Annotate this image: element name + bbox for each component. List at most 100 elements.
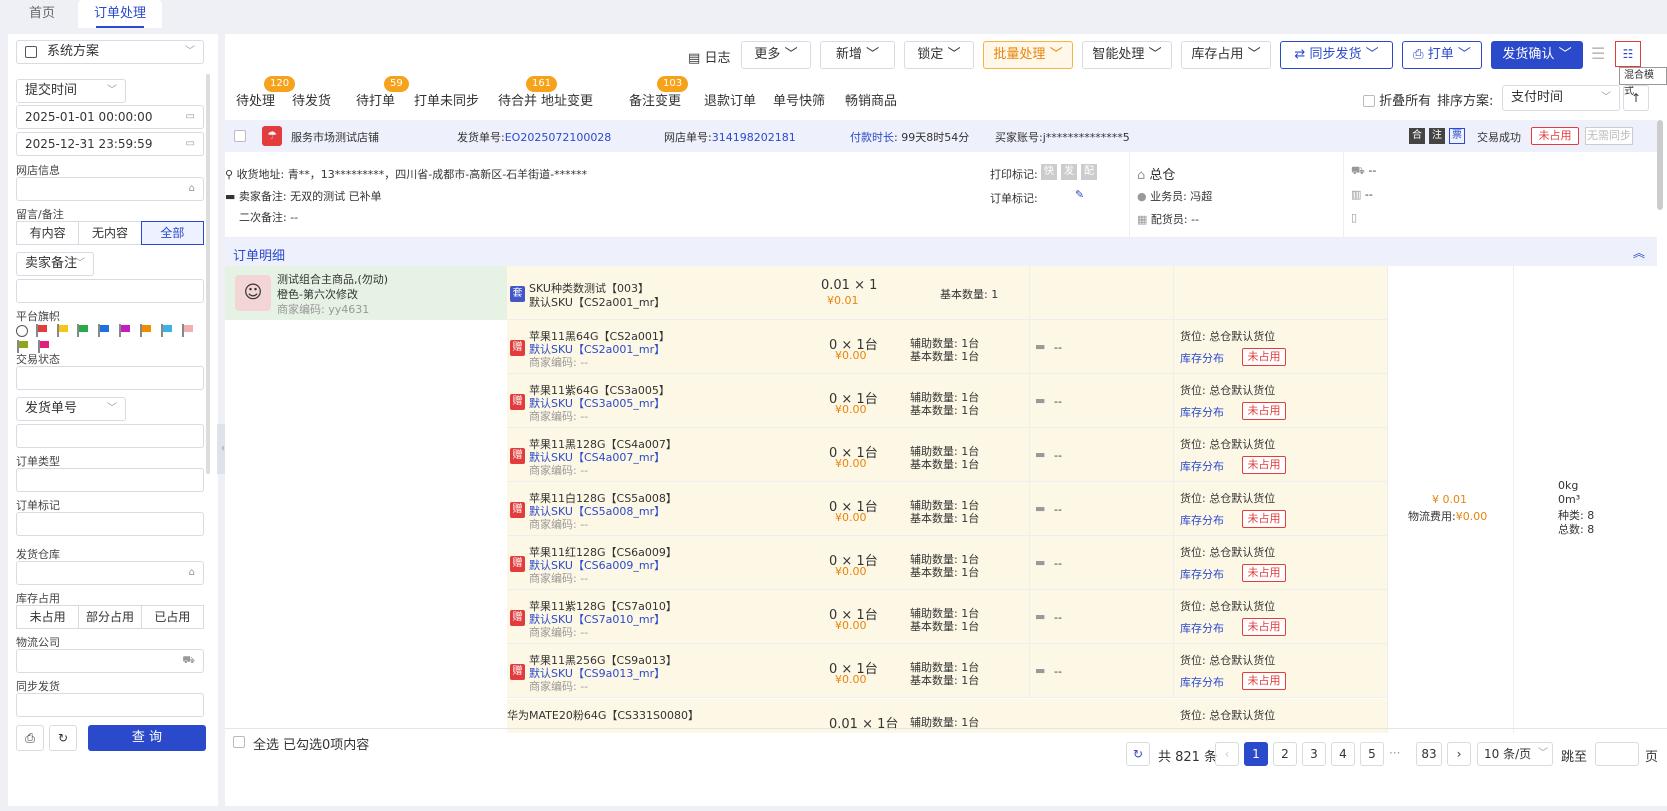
log-button[interactable]: ▤ 日志 xyxy=(688,47,730,66)
next-page-icon[interactable]: › xyxy=(1447,742,1471,766)
stock-distribution-link[interactable]: 库存分布 xyxy=(1180,674,1224,690)
left-scrollbar[interactable] xyxy=(206,74,210,474)
sort-direction-icon[interactable]: ↑ xyxy=(1623,85,1649,111)
end-date-input[interactable]: 2025-12-31 23:59:59 ▭ xyxy=(16,132,204,156)
page-size-select[interactable]: 10 条/页 ﹀ xyxy=(1477,742,1553,766)
flag-pink-icon[interactable] xyxy=(181,324,195,337)
fold-checkbox[interactable] xyxy=(1363,95,1375,107)
online-no-link[interactable]: 314198202181 xyxy=(712,131,796,144)
stock-distribution-link[interactable]: 库存分布 xyxy=(1180,350,1224,366)
confirm-ship-button[interactable]: 发货确认 ﹀ xyxy=(1491,41,1583,69)
more-label: 更多 xyxy=(754,47,781,62)
flag-cyan-icon[interactable] xyxy=(160,324,174,337)
print-label: 打单 xyxy=(1427,47,1454,62)
item-note: -- xyxy=(1054,341,1062,354)
fold-all-toggle[interactable]: 折叠所有 xyxy=(1363,90,1431,109)
main-scrollbar[interactable] xyxy=(1657,120,1663,210)
status-tab[interactable]: 待合并 161 xyxy=(498,76,558,109)
page-number[interactable]: 2 xyxy=(1273,742,1297,766)
stock-distribution-link[interactable]: 库存分布 xyxy=(1180,458,1224,474)
status-tab[interactable]: 待发货 xyxy=(292,90,331,109)
sync-button[interactable]: ⇄ 同步发货 ﹀ xyxy=(1280,41,1393,69)
status-tab[interactable]: 待打单 59 xyxy=(356,76,409,109)
smart-button[interactable]: 智能处理 ﹀ xyxy=(1082,41,1172,69)
sort-select[interactable]: 支付时间 ﹀ xyxy=(1502,85,1620,111)
mixed-mode-icon[interactable]: ☷ xyxy=(1615,41,1641,67)
print-button[interactable]: ⎙ 打单 ﹀ xyxy=(1402,41,1482,69)
select-all-checkbox[interactable] xyxy=(233,736,245,748)
list-mode-icon[interactable]: ☰ xyxy=(1591,44,1605,63)
order-mark-input[interactable] xyxy=(16,512,204,536)
stock-button[interactable]: 库存占用 ﹀ xyxy=(1181,41,1271,69)
page-number[interactable]: 5 xyxy=(1360,742,1384,766)
seller-note-select[interactable]: 卖家备注 ﹀ xyxy=(16,252,94,276)
order-checkbox[interactable] xyxy=(234,130,246,142)
page-number[interactable]: 1 xyxy=(1244,742,1268,766)
query-button[interactable]: 查 询 xyxy=(88,725,206,751)
stock-occupied[interactable]: 已占用 xyxy=(140,605,204,629)
ship-no-select[interactable]: 发货单号 ﹀ xyxy=(16,397,126,421)
stock-distribution-link[interactable]: 库存分布 xyxy=(1180,404,1224,420)
stock-unoccupied[interactable]: 未占用 xyxy=(16,605,80,629)
status-tab[interactable]: 待处理 120 xyxy=(236,76,296,109)
tab-home[interactable]: 首页 xyxy=(10,0,74,28)
page-ellipsis: ··· xyxy=(1389,746,1401,760)
sync-input[interactable] xyxy=(16,693,204,717)
edit-mark-icon[interactable]: ✎ xyxy=(1075,188,1084,201)
flag-yellow-icon[interactable] xyxy=(56,324,70,337)
stock-partial[interactable]: 部分占用 xyxy=(78,605,142,629)
flag-orange-icon[interactable] xyxy=(139,324,153,337)
trade-status-input[interactable] xyxy=(16,366,204,390)
stock-distribution-link[interactable]: 库存分布 xyxy=(1180,620,1224,636)
time-field-select[interactable]: 提交时间 ﹀ xyxy=(16,79,126,103)
stock-distribution-link[interactable]: 库存分布 xyxy=(1180,512,1224,528)
no-flag-icon[interactable] xyxy=(16,325,28,337)
status-tab[interactable]: 地址变更 xyxy=(541,90,593,109)
reset-icon[interactable]: ↻ xyxy=(49,725,77,751)
msg-no-content[interactable]: 无内容 xyxy=(78,221,142,245)
msg-has-content[interactable]: 有内容 xyxy=(16,221,80,245)
page-number[interactable]: 3 xyxy=(1302,742,1326,766)
more-button[interactable]: 更多 ﹀ xyxy=(741,41,811,69)
flag-red-icon[interactable] xyxy=(35,324,49,337)
select-all-label[interactable]: 全选 xyxy=(253,734,279,753)
batch-button[interactable]: 批量处理 ﹀ xyxy=(983,41,1073,69)
logistics-input[interactable]: ⛟ xyxy=(16,649,204,673)
collapse-detail-icon[interactable]: ︽ xyxy=(1633,244,1645,261)
scheme-select[interactable]: 系统方案 ﹀ xyxy=(16,40,204,64)
gift-badge: 赠 xyxy=(510,610,525,626)
message-label: 留言/备注 xyxy=(16,208,64,221)
status-tab[interactable]: 打单未同步 xyxy=(414,90,479,109)
status-tab[interactable]: 退款订单 xyxy=(704,90,756,109)
jump-input[interactable] xyxy=(1595,742,1639,766)
ship-no-link[interactable]: EO2025072100028 xyxy=(505,131,612,144)
ship-no-input[interactable] xyxy=(16,424,204,448)
save-scheme-icon[interactable]: ⎙ xyxy=(16,725,44,751)
lock-button[interactable]: 锁定 ﹀ xyxy=(904,41,974,69)
page-last[interactable]: 83 xyxy=(1416,742,1442,766)
flag-green-icon[interactable] xyxy=(76,324,90,337)
refresh-icon[interactable]: ↻ xyxy=(1126,742,1150,766)
seller-note-input[interactable] xyxy=(16,279,204,303)
status-tab[interactable]: 畅销商品 xyxy=(845,90,897,109)
flag-purple-icon[interactable] xyxy=(118,324,132,337)
status-tab[interactable]: 单号快筛 xyxy=(773,90,825,109)
flag-blue-icon[interactable] xyxy=(97,324,111,337)
add-button[interactable]: 新增 ﹀ xyxy=(820,41,895,69)
status-tab[interactable]: 备注变更 103 xyxy=(629,76,689,109)
buyer-label: 买家账号: xyxy=(995,131,1043,144)
warehouse-input[interactable]: ⌂ xyxy=(16,561,204,585)
order-type-input[interactable] xyxy=(16,468,204,492)
start-date-input[interactable]: 2025-01-01 00:00:00 ▭ xyxy=(16,105,204,129)
stock-distribution-link[interactable]: 库存分布 xyxy=(1180,566,1224,582)
msg-all[interactable]: 全部 xyxy=(140,221,204,245)
combo-badge: 套 xyxy=(510,286,525,302)
chat-icon: ▬ xyxy=(225,190,236,203)
buyer-field: 买家账号:j**************5 xyxy=(995,129,1130,145)
shop-input[interactable]: ⌂ xyxy=(16,177,204,201)
prev-page-icon[interactable]: ‹ xyxy=(1215,742,1239,766)
stock-label: 库存占用 xyxy=(16,592,60,605)
page-number[interactable]: 4 xyxy=(1331,742,1355,766)
tab-order-processing[interactable]: 订单处理 xyxy=(78,0,162,28)
freight: 物流费用:¥0.00 xyxy=(1408,508,1487,524)
